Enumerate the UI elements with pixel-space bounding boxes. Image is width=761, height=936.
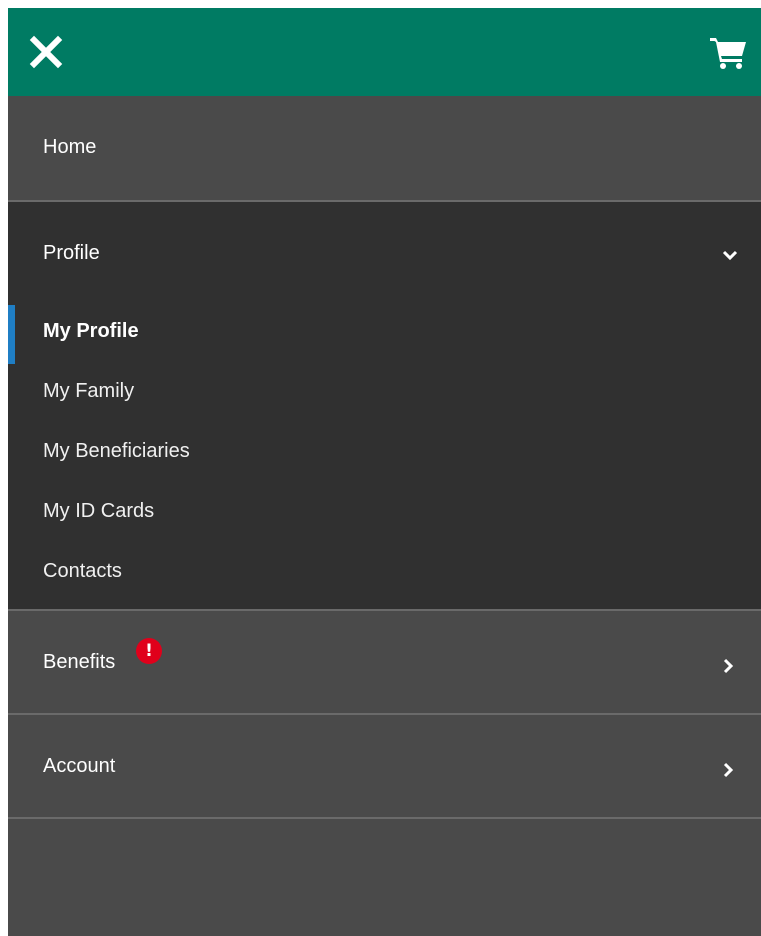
subnav-item-my-profile[interactable]: My Profile — [8, 305, 761, 364]
subnav-item-label: My Profile — [43, 320, 139, 342]
subnav-item-label: My Family — [43, 380, 135, 402]
subnav-item-my-beneficiaries[interactable]: My Beneficiaries — [8, 425, 761, 481]
nav-item-account[interactable]: Account — [8, 715, 761, 817]
nav-item-benefits[interactable]: Benefits ! — [8, 611, 761, 713]
close-button[interactable] — [28, 34, 64, 70]
nav-item-profile-label: Profile — [43, 242, 100, 264]
subnav-item-my-id-cards[interactable]: My ID Cards — [8, 485, 761, 541]
divider — [8, 817, 761, 819]
nav-item-account-label: Account — [43, 755, 116, 777]
nav-item-home-label: Home — [43, 136, 97, 158]
chevron-down-icon — [722, 250, 738, 261]
subnav-item-label: My Beneficiaries — [43, 440, 190, 462]
close-icon — [29, 35, 63, 69]
cart-button[interactable] — [708, 34, 748, 70]
nav-item-profile[interactable]: Profile — [8, 202, 761, 302]
chevron-right-icon — [723, 658, 734, 674]
navigation-drawer: Home Profile My Profile My Family My Ben… — [8, 8, 761, 936]
alert-badge: ! — [136, 638, 162, 664]
subnav-item-my-family[interactable]: My Family — [8, 365, 761, 421]
profile-section: Profile My Profile My Family My Benefici… — [8, 202, 761, 609]
active-indicator — [8, 305, 15, 364]
subnav-item-label: My ID Cards — [43, 500, 155, 522]
subnav-item-contacts[interactable]: Contacts — [8, 545, 761, 601]
shopping-cart-icon — [710, 38, 746, 69]
nav-item-home[interactable]: Home — [8, 96, 761, 200]
nav-item-benefits-label: Benefits — [43, 651, 116, 673]
drawer-header — [8, 8, 761, 96]
chevron-right-icon — [723, 762, 734, 778]
subnav-item-label: Contacts — [43, 560, 122, 582]
